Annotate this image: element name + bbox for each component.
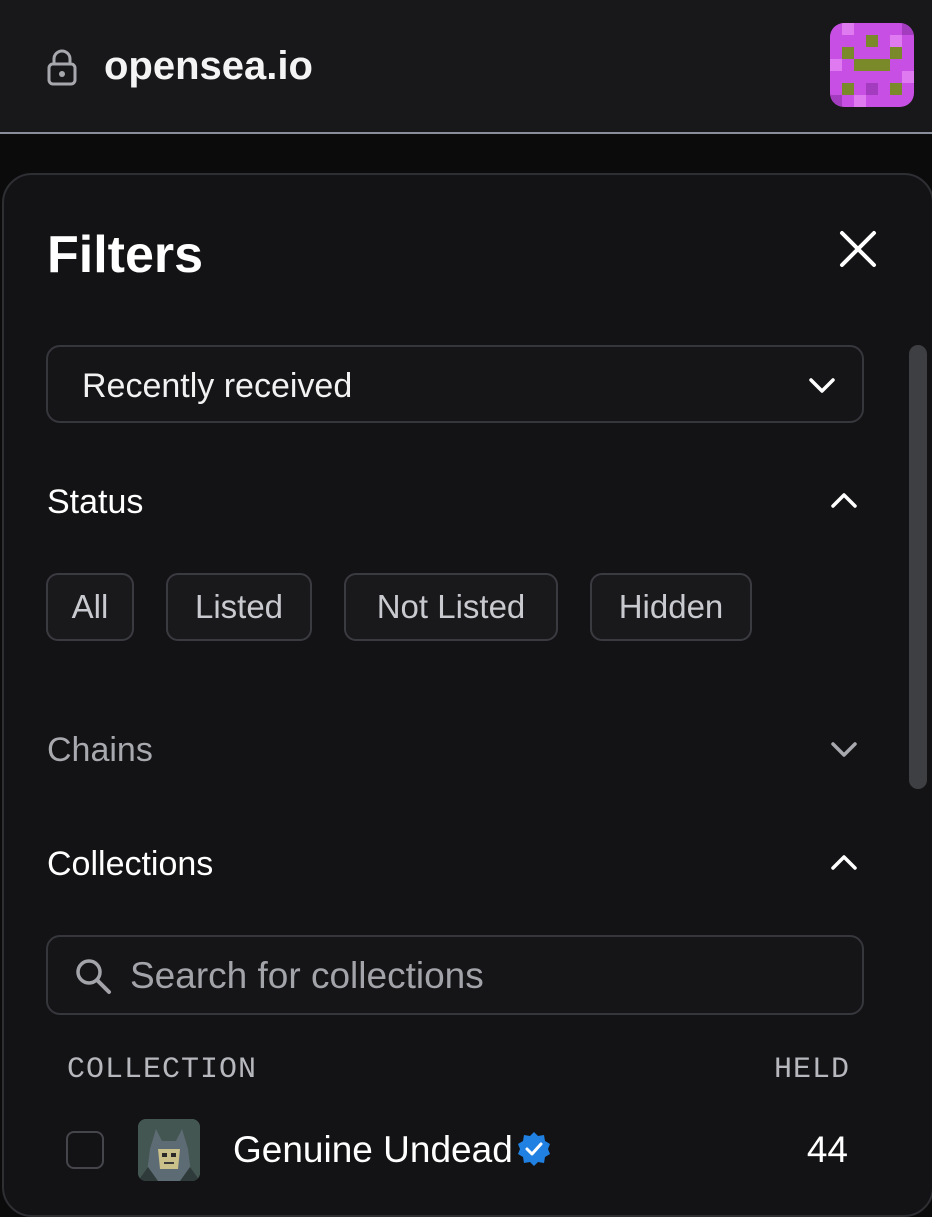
- chevron-down-icon[interactable]: [830, 741, 858, 759]
- collection-row[interactable]: Genuine Undead 44: [4, 1115, 932, 1195]
- undead-wolf-icon: [138, 1119, 200, 1181]
- section-title-status[interactable]: Status: [47, 483, 143, 522]
- filters-panel: Filters Recently received Status All Lis…: [2, 173, 932, 1217]
- verified-badge-icon: [518, 1132, 550, 1166]
- url-text[interactable]: opensea.io: [104, 44, 313, 89]
- sort-selected-value: Recently received: [82, 367, 353, 405]
- search-input[interactable]: [128, 947, 832, 1005]
- browser-address-bar: opensea.io: [0, 0, 932, 134]
- collection-thumbnail: [138, 1119, 200, 1181]
- column-header-collection: COLLECTION: [67, 1053, 258, 1087]
- pixel-avatar-icon: [830, 23, 914, 107]
- section-title-collections[interactable]: Collections: [47, 845, 213, 884]
- close-icon[interactable]: [838, 229, 878, 269]
- column-header-held: HELD: [773, 1053, 850, 1087]
- panel-title: Filters: [47, 226, 204, 284]
- sort-dropdown[interactable]: Recently received: [46, 345, 864, 423]
- status-chip-not-listed[interactable]: Not Listed: [344, 573, 558, 641]
- avatar[interactable]: [830, 23, 914, 107]
- section-title-chains[interactable]: Chains: [47, 731, 153, 770]
- chevron-down-icon: [809, 378, 835, 393]
- collection-held-count: 44: [806, 1129, 848, 1170]
- collection-name: Genuine Undead: [233, 1129, 513, 1170]
- scrollbar[interactable]: [909, 345, 927, 789]
- chevron-up-icon[interactable]: [830, 491, 858, 509]
- collection-checkbox[interactable]: [66, 1131, 104, 1169]
- collection-search-box[interactable]: [46, 935, 864, 1015]
- chevron-up-icon[interactable]: [830, 853, 858, 871]
- status-chip-all[interactable]: All: [46, 573, 134, 641]
- status-chip-hidden[interactable]: Hidden: [590, 573, 752, 641]
- search-icon: [76, 959, 111, 994]
- lock-icon: [47, 49, 77, 86]
- status-chip-listed[interactable]: Listed: [166, 573, 312, 641]
